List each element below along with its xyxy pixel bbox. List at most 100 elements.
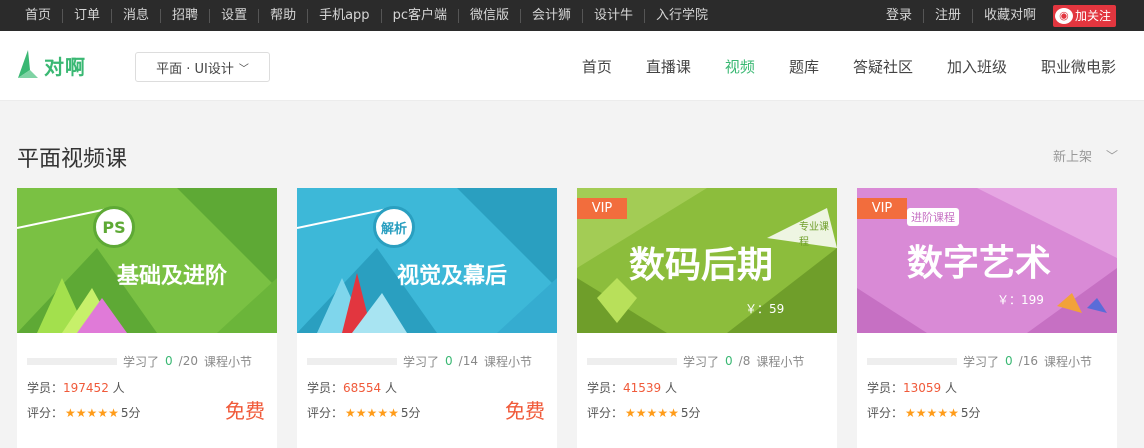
star-icon: ★ <box>937 405 949 420</box>
students-label: 学员： <box>307 381 344 395</box>
star-icon: ★ <box>366 405 378 420</box>
top-link-orders[interactable]: 订单 <box>62 8 111 23</box>
top-link-pc-client[interactable]: pc客户端 <box>380 8 458 23</box>
top-link-messages[interactable]: 消息 <box>111 8 160 23</box>
students-unit: 人 <box>112 381 125 395</box>
progress-bar <box>27 357 117 365</box>
rating-label: 评分： <box>27 406 64 420</box>
main-nav: 首页 直播课 视频 题库 答疑社区 加入班级 职业微电影 <box>582 31 1116 101</box>
progress-bar <box>307 357 397 365</box>
login-link[interactable]: 登录 <box>875 8 923 23</box>
nav-career-film[interactable]: 职业微电影 <box>1041 56 1116 77</box>
logo-text: 对啊 <box>44 54 86 79</box>
students-unit: 人 <box>665 381 678 395</box>
top-link-settings[interactable]: 设置 <box>209 8 258 23</box>
rating-row: 评分： ★ ★ ★ ★ ★ 5分 <box>587 404 700 421</box>
star-icon: ★ <box>915 405 927 420</box>
course-card[interactable]: VIP 进阶课程 数字艺术 ￥：199 学习了 0/16 课程小节 学员：1305… <box>857 188 1117 448</box>
course-card[interactable]: VIP 专业课程 数码后期 ￥：59 学习了 0/8 课程小节 学员：41539 … <box>577 188 837 448</box>
top-link-wechat[interactable]: 微信版 <box>457 8 520 23</box>
top-link-mobile-app[interactable]: 手机app <box>307 8 380 23</box>
rating-label: 评分： <box>867 406 904 420</box>
logo[interactable]: 对啊 <box>16 48 86 82</box>
sort-dropdown[interactable]: 新上架 ﹀ <box>1053 146 1118 165</box>
top-link-designer[interactable]: 设计牛 <box>582 8 644 23</box>
progress-bar <box>867 357 957 365</box>
rating-label: 评分： <box>587 406 624 420</box>
course-badge: 专业课程 <box>799 222 829 248</box>
students-count: 41539 <box>623 381 662 395</box>
students-row: 学员：41539 人 <box>587 379 677 396</box>
students-row: 学员：68554 人 <box>307 379 397 396</box>
rating-value: 5分 <box>680 406 701 420</box>
students-unit: 人 <box>945 381 958 395</box>
nav-live[interactable]: 直播课 <box>646 56 691 77</box>
rating-row: 评分： ★ ★ ★ ★ ★ 5分 <box>307 404 420 421</box>
progress-row: 学习了 0/16 课程小节 <box>867 354 1107 369</box>
students-count: 13059 <box>903 381 942 395</box>
star-icon: ★ <box>625 405 636 420</box>
course-title: 数码后期 <box>629 245 774 286</box>
star-icon: ★ <box>657 405 669 420</box>
course-thumbnail[interactable]: 解析 视觉及幕后 <box>297 188 557 333</box>
studied-label: 学习了 <box>963 354 1000 369</box>
course-badge: 解析 <box>373 206 415 248</box>
vip-badge: VIP <box>857 198 907 219</box>
category-select[interactable]: 平面 · UI设计 ﹀ <box>135 52 270 82</box>
top-link-accountant[interactable]: 会计狮 <box>520 8 582 23</box>
main-header: 对啊 平面 · UI设计 ﹀ 首页 直播课 视频 题库 答疑社区 加入班级 职业… <box>0 31 1144 101</box>
progress-row: 学习了 0/14 课程小节 <box>307 354 547 369</box>
section-title: 平面视频课 <box>17 147 128 172</box>
course-thumbnail[interactable]: VIP 专业课程 数码后期 ￥：59 <box>577 188 837 333</box>
lessons-label: 课程小节 <box>756 354 805 369</box>
top-link-academy[interactable]: 入行学院 <box>644 8 719 23</box>
free-label: 免费 <box>505 399 545 423</box>
nav-qa-community[interactable]: 答疑社区 <box>853 56 913 77</box>
rating-stars: ★ ★ ★ ★ ★ <box>345 407 399 419</box>
top-links-right: 登录 注册 收藏对啊 ◉ 加关注 <box>875 0 1116 31</box>
vip-badge: VIP <box>577 198 627 219</box>
bookmark-link[interactable]: 收藏对啊 <box>971 8 1047 23</box>
nav-question-bank[interactable]: 题库 <box>789 56 819 77</box>
rating-value: 5分 <box>400 406 421 420</box>
course-thumbnail[interactable]: VIP 进阶课程 数字艺术 ￥：199 <box>857 188 1117 333</box>
students-row: 学员：197452 人 <box>27 379 125 396</box>
course-badge: 进阶课程 <box>907 208 959 226</box>
star-icon: ★ <box>635 405 647 420</box>
rating-stars: ★ ★ ★ ★ ★ <box>625 407 679 419</box>
students-count: 68554 <box>343 381 382 395</box>
star-icon: ★ <box>905 405 916 420</box>
weibo-icon: ◉ <box>1054 7 1073 24</box>
top-link-jobs[interactable]: 招聘 <box>160 8 209 23</box>
rating-row: 评分： ★ ★ ★ ★ ★ 5分 <box>867 404 980 421</box>
progress-row: 学习了 0/8 课程小节 <box>587 354 827 369</box>
price-tag: ￥：59 <box>745 302 785 316</box>
star-icon: ★ <box>86 405 98 420</box>
star-icon: ★ <box>948 405 959 420</box>
progress-total: /14 <box>458 354 478 368</box>
top-link-home[interactable]: 首页 <box>14 8 62 23</box>
progress-row: 学习了 0/20 课程小节 <box>27 354 267 369</box>
lessons-label: 课程小节 <box>483 354 532 369</box>
star-icon: ★ <box>646 405 658 420</box>
course-badge: PS <box>93 206 135 248</box>
nav-video[interactable]: 视频 <box>725 56 755 77</box>
rating-stars: ★ ★ ★ ★ ★ <box>65 407 119 419</box>
progress-done: 0 <box>165 354 173 368</box>
progress-total: /20 <box>178 354 198 368</box>
nav-join-class[interactable]: 加入班级 <box>947 56 1007 77</box>
star-icon: ★ <box>668 405 679 420</box>
register-link[interactable]: 注册 <box>922 8 972 23</box>
category-select-value: 平面 · UI设计 <box>156 61 234 77</box>
nav-home[interactable]: 首页 <box>582 56 612 77</box>
star-icon: ★ <box>75 405 87 420</box>
course-thumbnail[interactable]: PS 基础及进阶 <box>17 188 277 333</box>
course-card[interactable]: PS 基础及进阶 学习了 0/20 课程小节 学员：197452 人 评分： ★ ★… <box>17 188 277 448</box>
rating-value: 5分 <box>120 406 141 420</box>
progress-bar <box>587 357 677 365</box>
studied-label: 学习了 <box>683 354 720 369</box>
star-icon: ★ <box>388 405 399 420</box>
course-card[interactable]: 解析 视觉及幕后 学习了 0/14 课程小节 学员：68554 人 评分： ★ ★ ★… <box>297 188 557 448</box>
top-link-help[interactable]: 帮助 <box>258 8 307 23</box>
weibo-follow-button[interactable]: ◉ 加关注 <box>1052 4 1116 27</box>
